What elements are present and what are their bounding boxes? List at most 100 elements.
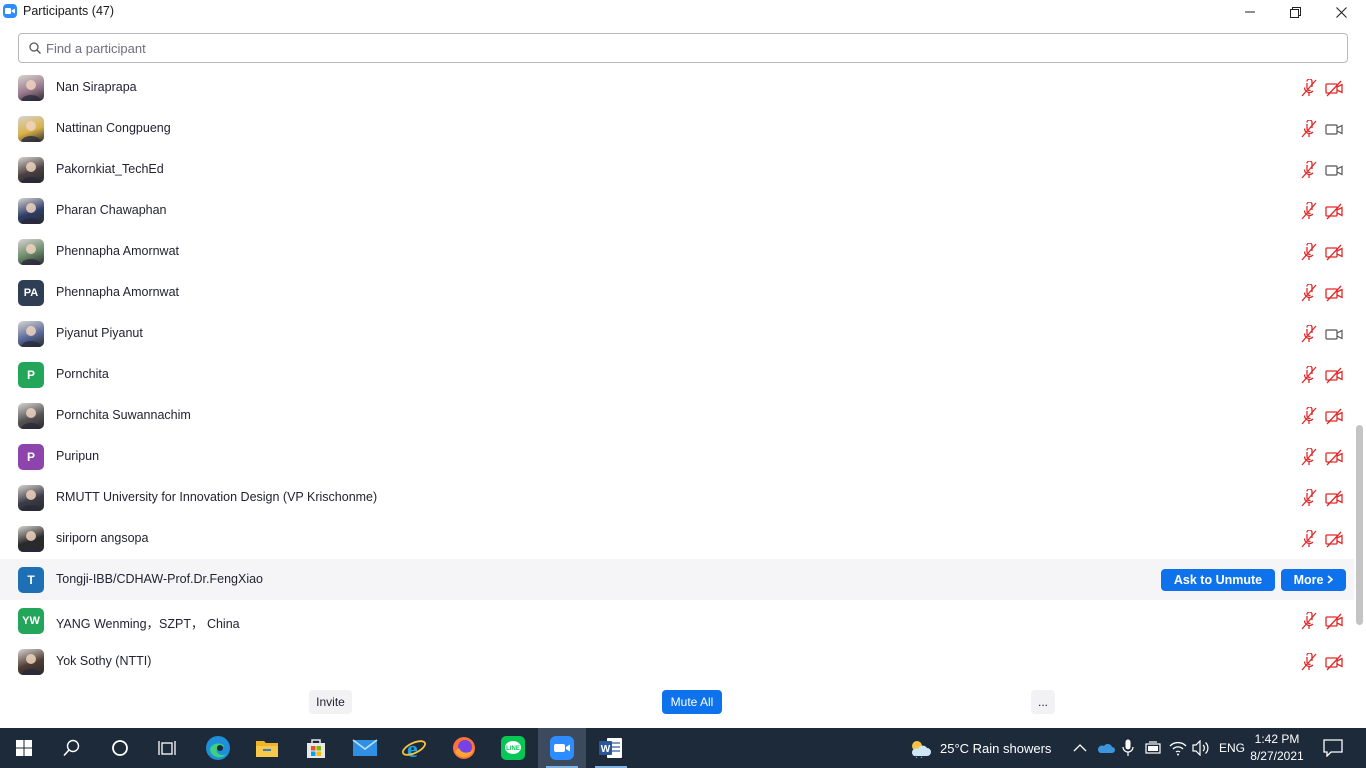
mic-muted-icon bbox=[1300, 283, 1318, 302]
task-view-button[interactable] bbox=[144, 728, 192, 768]
mic-muted-icon bbox=[1300, 119, 1318, 138]
mute-all-button[interactable]: Mute All bbox=[662, 690, 722, 714]
input-language[interactable]: ENG bbox=[1219, 741, 1245, 755]
participant-name: Tongji-IBB/CDHAW-Prof.Dr.FengXiao bbox=[56, 572, 264, 586]
restore-button[interactable] bbox=[1272, 0, 1318, 24]
taskbar-search-button[interactable] bbox=[48, 728, 96, 768]
mail-app[interactable] bbox=[341, 728, 389, 768]
file-explorer-app[interactable] bbox=[243, 728, 291, 768]
participant-row[interactable]: PA Phennapha Amornwat bbox=[0, 272, 1354, 313]
notification-icon bbox=[1323, 739, 1343, 758]
avatar: T bbox=[18, 567, 44, 593]
video-icon bbox=[1325, 325, 1343, 343]
mic-muted-icon bbox=[1300, 324, 1318, 343]
participant-row[interactable]: Nattinan Congpueng bbox=[0, 108, 1354, 149]
avatar: P bbox=[18, 362, 44, 388]
participant-row[interactable]: Nan Siraprapa bbox=[0, 67, 1354, 108]
svg-text:LINE: LINE bbox=[506, 746, 520, 752]
start-button[interactable] bbox=[0, 728, 48, 768]
edge-app[interactable] bbox=[194, 728, 242, 768]
windows-logo-icon bbox=[16, 740, 32, 756]
more-options-button[interactable]: ... bbox=[1031, 690, 1055, 714]
avatar bbox=[18, 403, 44, 429]
clock[interactable]: 1:42 PM 8/27/2021 bbox=[1245, 731, 1309, 765]
participant-name: Pakornkiat_TechEd bbox=[56, 162, 164, 176]
avatar: PA bbox=[18, 280, 44, 306]
invite-button[interactable]: Invite bbox=[309, 690, 352, 714]
search-icon bbox=[29, 42, 41, 54]
mic-muted-icon bbox=[1300, 488, 1318, 507]
show-hidden-icons-button[interactable] bbox=[1073, 741, 1087, 760]
participant-name: Phennapha Amornwat bbox=[56, 244, 180, 258]
clock-time: 1:42 PM bbox=[1254, 732, 1300, 746]
notifications-button[interactable] bbox=[1323, 739, 1343, 762]
mail-icon bbox=[352, 739, 378, 756]
cortana-icon bbox=[112, 740, 128, 756]
ask-to-unmute-button[interactable]: Ask to Unmute bbox=[1161, 569, 1275, 591]
minimize-button[interactable] bbox=[1227, 0, 1273, 24]
participant-row[interactable]: Pornchita Suwannachim bbox=[0, 395, 1354, 436]
internet-explorer-app[interactable]: e bbox=[390, 728, 438, 768]
participant-name: siriporn angsopa bbox=[56, 531, 149, 545]
participant-list[interactable]: Nan Siraprapa Nattinan Congpueng Pakornkia… bbox=[0, 67, 1354, 680]
restore-icon bbox=[1289, 6, 1301, 18]
avatar bbox=[18, 649, 44, 675]
participant-row[interactable]: Yok Sothy (NTTI) bbox=[0, 641, 1354, 680]
close-button[interactable] bbox=[1318, 0, 1364, 24]
svg-text:e: e bbox=[407, 737, 418, 761]
video-off-icon bbox=[1325, 202, 1343, 220]
participant-name: Nattinan Congpueng bbox=[56, 121, 171, 135]
participant-row[interactable]: Phennapha Amornwat bbox=[0, 231, 1354, 272]
participant-row[interactable]: P Pornchita bbox=[0, 354, 1354, 395]
cortana-button[interactable] bbox=[96, 728, 144, 768]
search-box[interactable] bbox=[18, 33, 1348, 63]
participant-row[interactable]: Pakornkiat_TechEd bbox=[0, 149, 1354, 190]
mic-muted-icon bbox=[1300, 447, 1318, 466]
participant-row[interactable]: siriporn angsopa bbox=[0, 518, 1354, 559]
video-off-icon bbox=[1325, 530, 1343, 548]
wifi-icon[interactable] bbox=[1169, 740, 1187, 761]
close-icon bbox=[1335, 6, 1347, 18]
svg-text:W: W bbox=[601, 744, 611, 755]
windows-taskbar: e LINE W 25°C Rain showers ENG 1:42 PM 8… bbox=[0, 728, 1366, 768]
mic-muted-icon bbox=[1300, 160, 1318, 179]
word-app[interactable]: W bbox=[587, 728, 635, 768]
volume-icon[interactable] bbox=[1192, 739, 1210, 761]
weather-text[interactable]: 25°C Rain showers bbox=[940, 741, 1051, 756]
firefox-app[interactable] bbox=[440, 728, 488, 768]
zoom-app[interactable] bbox=[538, 728, 586, 768]
more-button[interactable]: More bbox=[1281, 569, 1346, 591]
mic-muted-icon bbox=[1300, 78, 1318, 97]
onedrive-icon[interactable] bbox=[1097, 741, 1115, 759]
store-app[interactable] bbox=[292, 728, 340, 768]
participant-name: RMUTT University for Innovation Design (… bbox=[56, 490, 378, 504]
participant-name: YANG Wenming，SZPT， China bbox=[56, 617, 240, 631]
search-icon bbox=[63, 739, 80, 757]
participant-row[interactable]: RMUTT University for Innovation Design (… bbox=[0, 477, 1354, 518]
mic-muted-icon bbox=[1300, 365, 1318, 384]
participant-row[interactable]: Piyanut Piyanut bbox=[0, 313, 1354, 354]
weather-icon[interactable] bbox=[908, 738, 932, 759]
participant-name: Pornchita Suwannachim bbox=[56, 408, 191, 422]
line-icon: LINE bbox=[501, 736, 525, 760]
avatar bbox=[18, 75, 44, 101]
participant-name: Phennapha Amornwat bbox=[56, 285, 180, 299]
microphone-icon[interactable] bbox=[1122, 739, 1134, 762]
battery-icon[interactable] bbox=[1144, 741, 1162, 760]
participant-row[interactable]: T Tongji-IBB/CDHAW-Prof.Dr.FengXiao Ask to… bbox=[0, 559, 1354, 600]
participant-row[interactable]: P Puripun bbox=[0, 436, 1354, 477]
mic-muted-icon bbox=[1300, 406, 1318, 425]
avatar bbox=[18, 526, 44, 552]
search-input[interactable] bbox=[46, 39, 1336, 57]
minimize-icon bbox=[1245, 11, 1255, 13]
line-app[interactable]: LINE bbox=[489, 728, 537, 768]
task-view-icon bbox=[158, 741, 176, 755]
video-off-icon bbox=[1325, 243, 1343, 261]
zoom-app-icon bbox=[3, 4, 17, 18]
participant-row[interactable]: YW YANG Wenming，SZPT， China bbox=[0, 600, 1354, 641]
video-off-icon bbox=[1325, 653, 1343, 671]
avatar bbox=[18, 157, 44, 183]
participant-name: Pharan Chawaphan bbox=[56, 203, 167, 217]
participant-row[interactable]: Pharan Chawaphan bbox=[0, 190, 1354, 231]
scrollbar-thumb[interactable] bbox=[1356, 425, 1363, 625]
